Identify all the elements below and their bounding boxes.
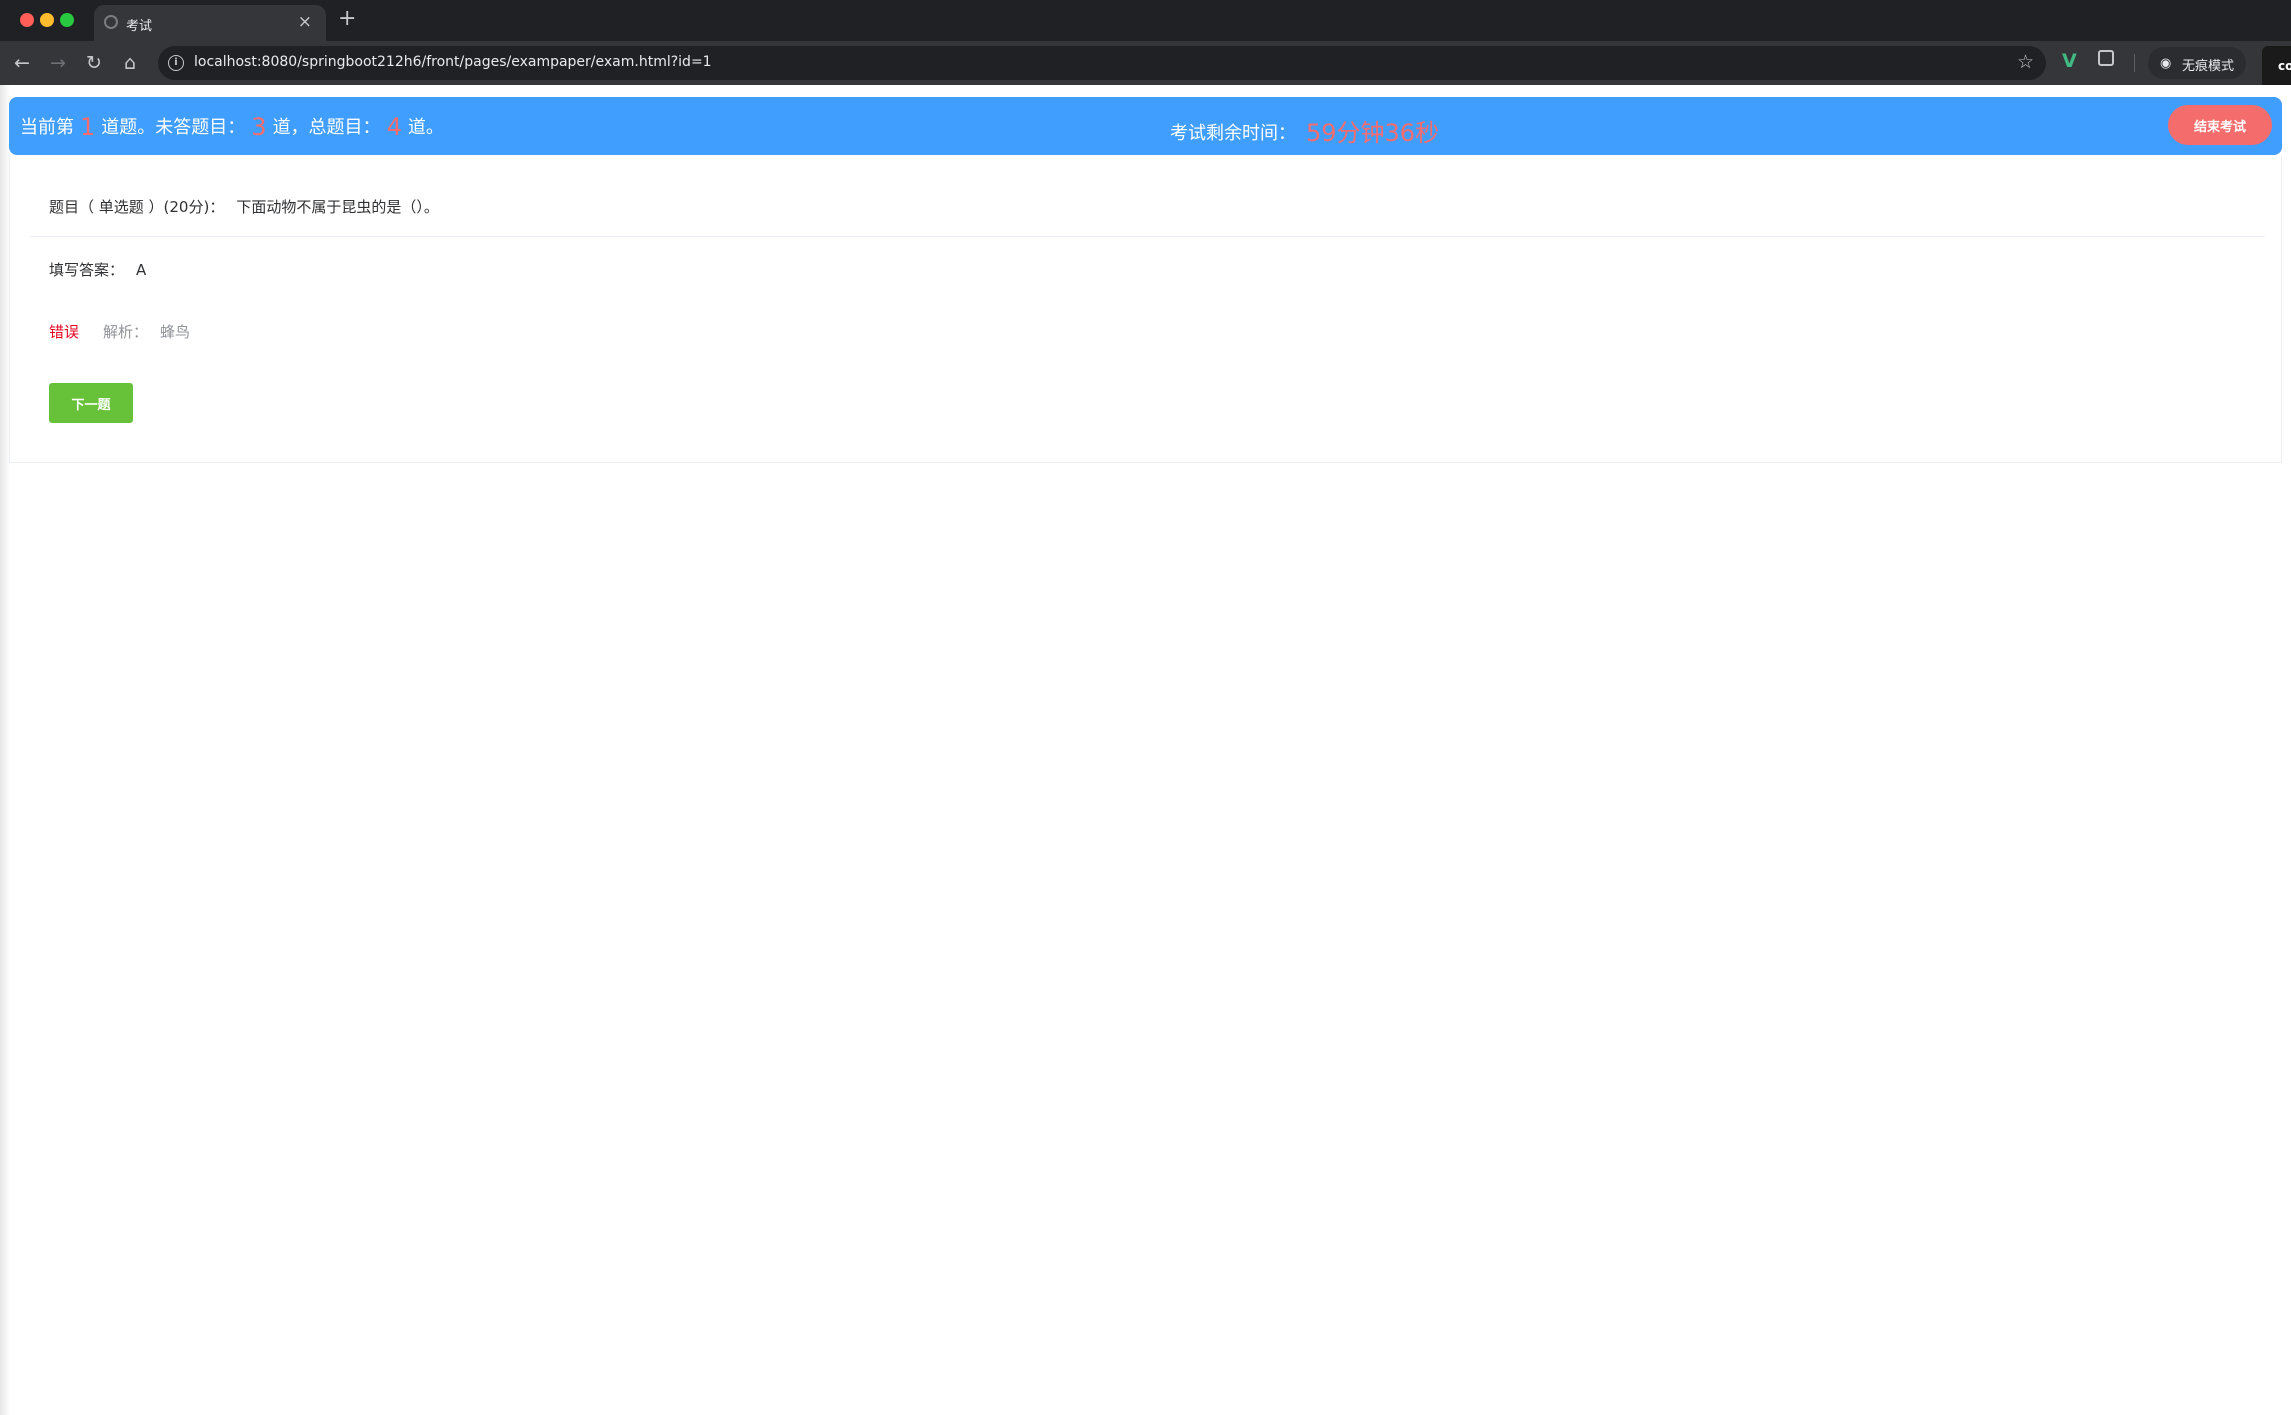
analysis-value: 蜂鸟 [160,323,191,341]
progress-suffix: 道。 [407,117,444,138]
new-tab-button[interactable]: + [338,6,356,31]
next-question-button[interactable]: 下一题 [49,383,133,423]
question-text: 下面动物不属于昆虫的是（）。 [236,198,439,216]
answer-value: A [136,261,147,279]
exam-status-bar: 当前第 1 道题。未答题目： 3 道，总题目： 4 道。 考试剩余时间： 59分钟36秒 结束… [9,97,2282,155]
question-type-score: 题目（ 单选题 ）(20分)： [49,198,225,216]
progress-text-1: 道题。未答题目： [101,117,246,138]
back-arrow-icon[interactable]: ← [8,49,36,77]
incognito-label: 无痕模式 [2182,59,2235,74]
progress-prefix: 当前第 [20,117,74,138]
timer-label: 考试剩余时间： [1170,123,1296,144]
unanswered-count: 3 [251,113,267,141]
incognito-icon: ◉ [2160,56,2172,71]
total-question-count: 4 [386,113,402,141]
incognito-indicator[interactable]: ◉ 无痕模式 [2148,47,2246,79]
question-title: 题目（ 单选题 ）(20分)： 下面动物不属于昆虫的是（）。 [49,196,439,217]
minimize-window-button[interactable] [40,13,54,27]
browser-tab-bar: 考试 × + [0,0,2291,41]
progress-text-2: 道，总题目： [272,117,381,138]
close-window-button[interactable] [20,13,34,27]
reload-icon[interactable]: ↻ [80,49,108,77]
timer-value: 59分钟36秒 [1306,119,1440,147]
exam-timer: 考试剩余时间： 59分钟36秒 [1170,113,1439,148]
current-question-number: 1 [80,113,96,141]
extensions-puzzle-icon[interactable] [2098,50,2114,66]
address-bar[interactable]: i localhost:8080/springboot212h6/front/p… [158,46,2046,80]
analysis-label: 解析： [103,323,149,341]
tab-title: 考试 [126,19,153,34]
question-card: 题目（ 单选题 ）(20分)： 下面动物不属于昆虫的是（）。 填写答案： A 错误 解… [9,155,2282,463]
bookmark-star-icon[interactable]: ☆ [2017,51,2034,73]
edge-widget-label: co [2278,59,2291,73]
forward-arrow-icon[interactable]: → [44,49,72,77]
question-divider [29,236,2265,237]
browser-tab-active[interactable]: 考试 × [94,5,326,41]
answer-row: 填写答案： A [49,259,146,280]
home-icon[interactable]: ⌂ [116,49,144,77]
vue-devtools-extension-icon[interactable]: V [2062,50,2077,72]
end-exam-button[interactable]: 结束考试 [2168,105,2272,145]
answer-label: 填写答案： [49,261,125,279]
result-status: 错误 [49,323,80,341]
toolbar-divider [2134,54,2135,72]
url-text[interactable]: localhost:8080/springboot212h6/front/pag… [194,54,712,70]
tab-close-icon[interactable]: × [298,12,312,32]
exam-progress: 当前第 1 道题。未答题目： 3 道，总题目： 4 道。 [20,113,444,141]
result-row: 错误 解析： 蜂鸟 [49,321,190,342]
page-content: 当前第 1 道题。未答题目： 3 道，总题目： 4 道。 考试剩余时间： 59分钟36秒 结束… [0,85,2291,1415]
browser-toolbar: ← → ↻ ⌂ i localhost:8080/springboot212h6… [0,41,2291,85]
site-info-icon[interactable]: i [168,55,184,71]
maximize-window-button[interactable] [60,13,74,27]
globe-icon [104,15,118,29]
